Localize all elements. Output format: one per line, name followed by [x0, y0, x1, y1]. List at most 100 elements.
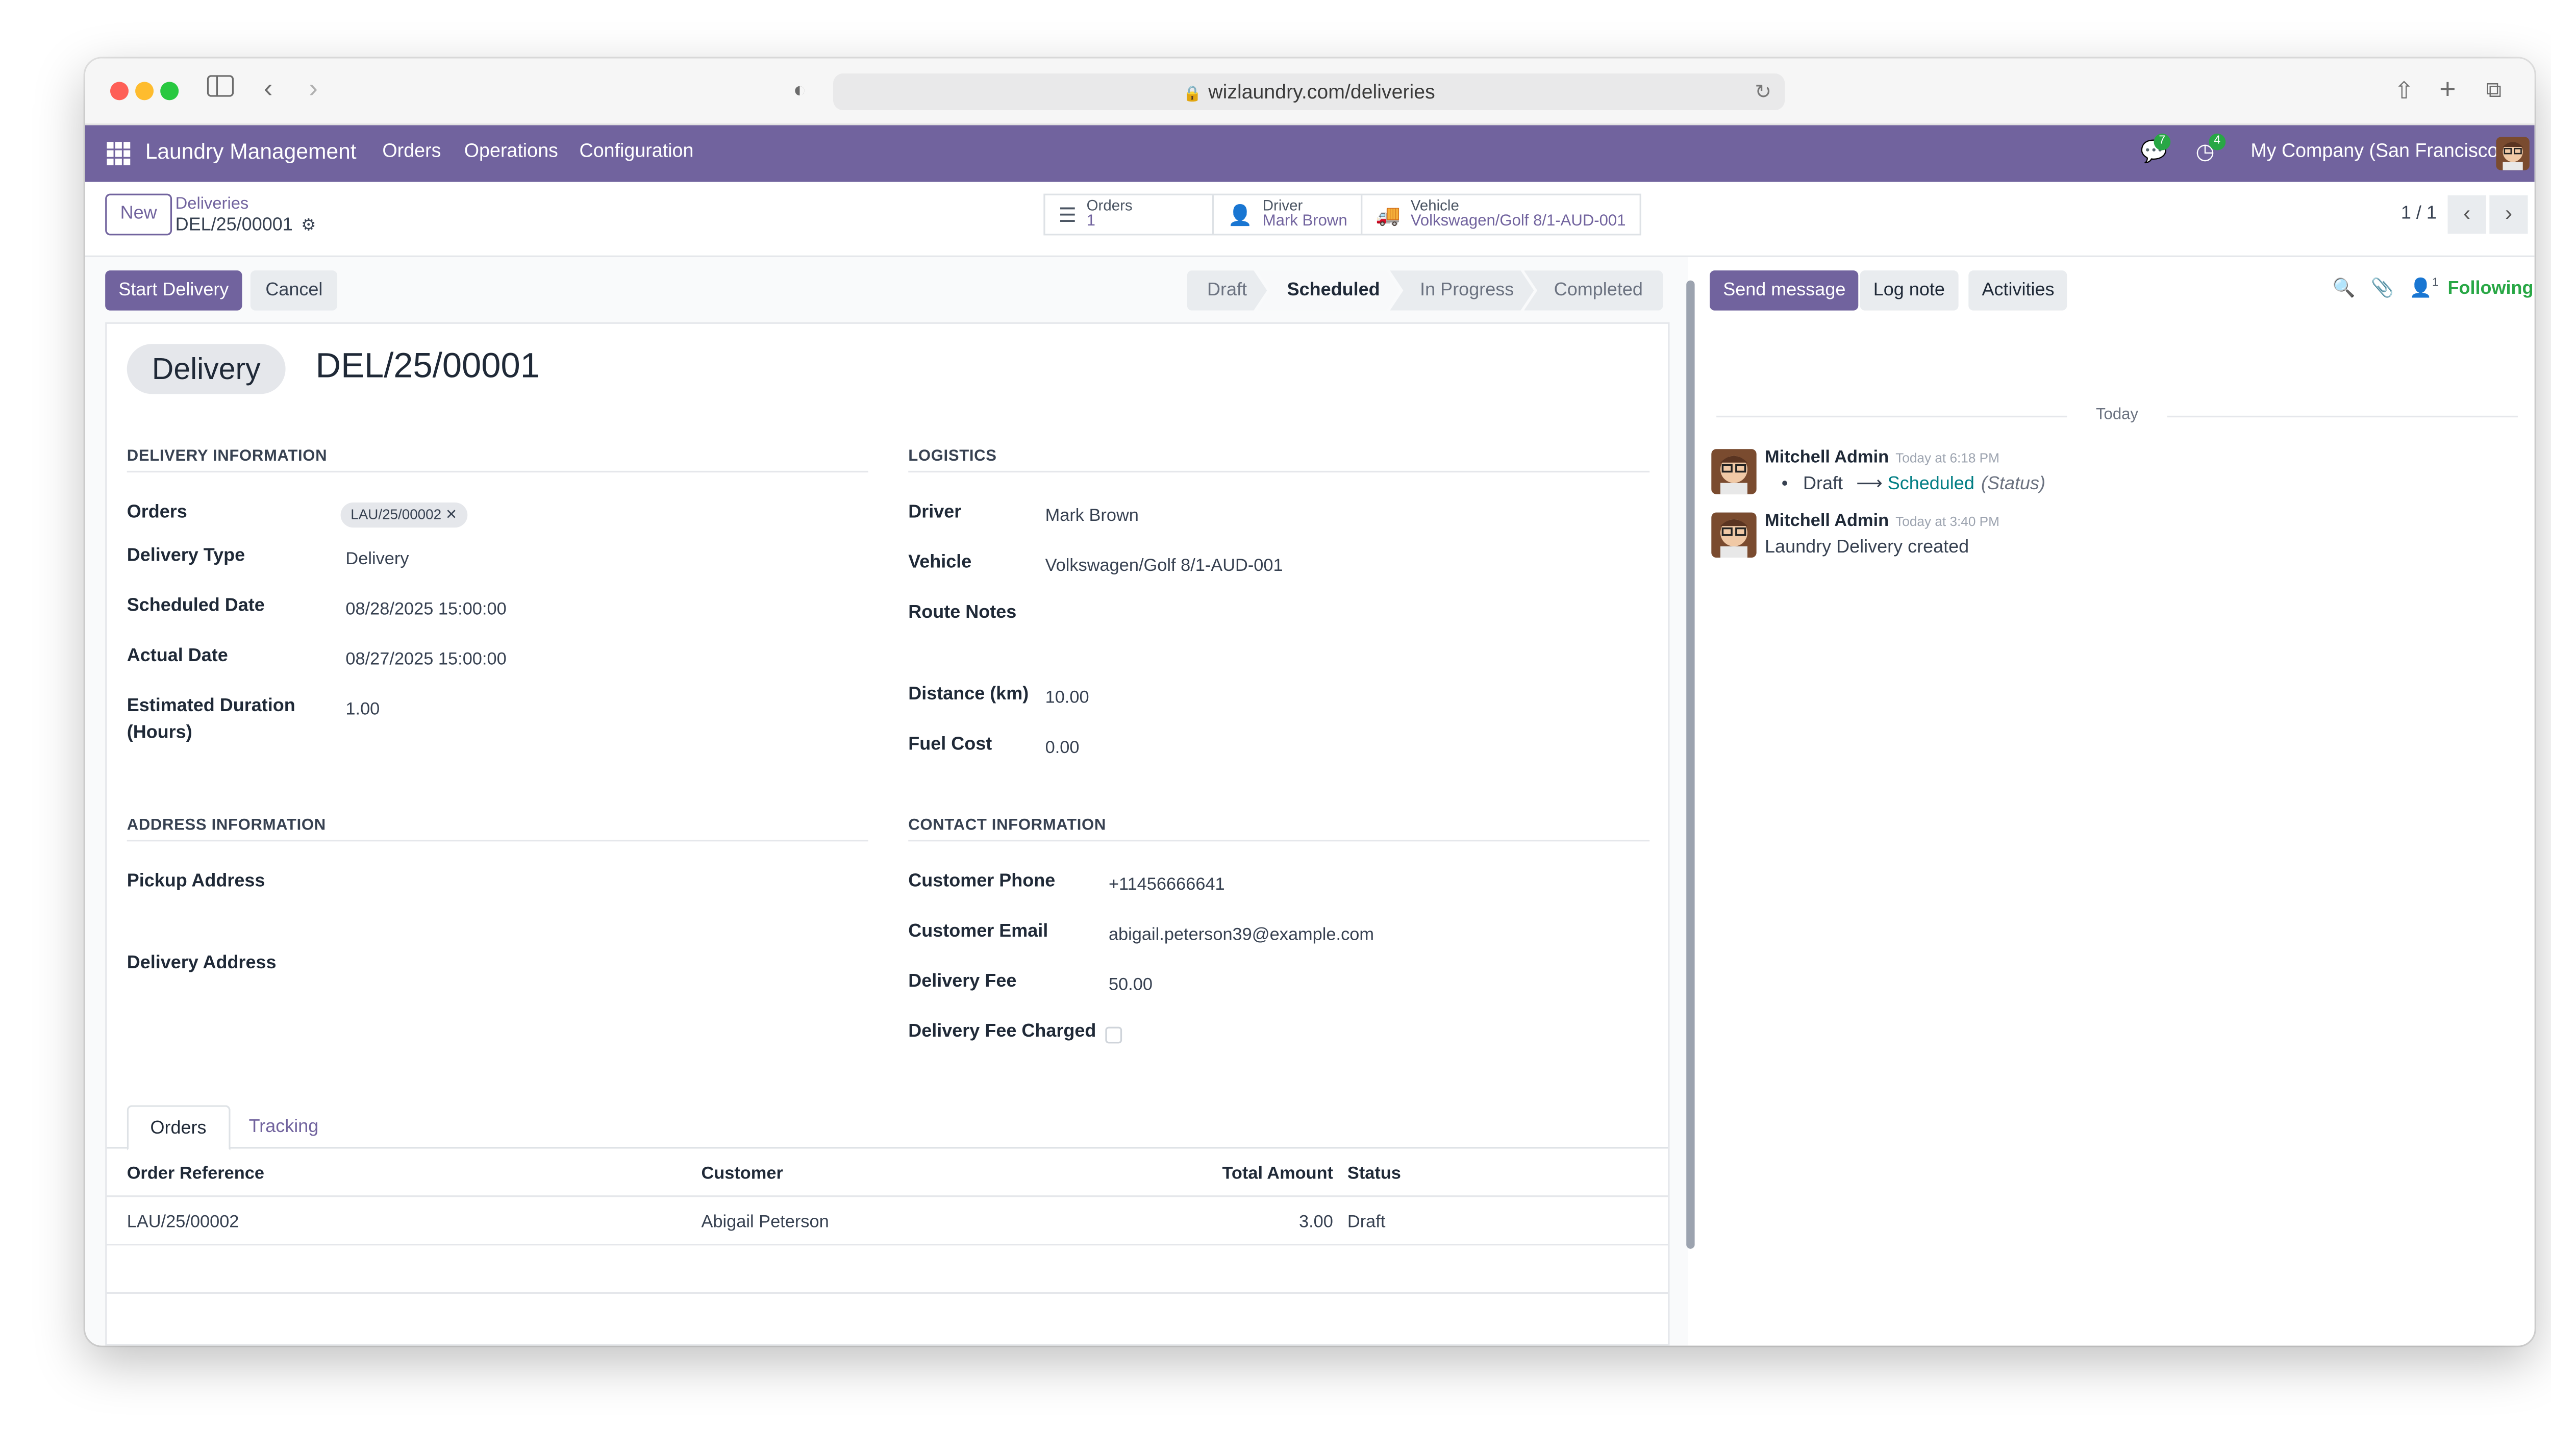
message-time: Today at 6:18 PM: [1895, 450, 1999, 466]
estimated-duration-field[interactable]: 1.00: [345, 698, 380, 721]
orders-label: Orders: [127, 503, 187, 523]
share-icon[interactable]: ⇧: [2394, 73, 2414, 107]
column-customer[interactable]: Customer: [701, 1162, 783, 1186]
message-author[interactable]: Mitchell Admin Today at 6:18 PM: [1765, 447, 1999, 467]
message-author-name: Mitchell Admin: [1765, 447, 1889, 468]
tab-orders[interactable]: Orders: [127, 1105, 230, 1150]
driver-field[interactable]: Mark Brown: [1045, 504, 1139, 528]
new-button[interactable]: New: [105, 193, 172, 236]
order-tag-label: LAU/25/00002: [351, 506, 442, 523]
scrollbar-thumb[interactable]: [1686, 280, 1695, 1249]
browser-window: ‹ › ◐ 🔒 wizlaundry.com/deliveries ↻ ⇧ + ⧉…: [85, 58, 2535, 1346]
following-button[interactable]: Following: [2447, 279, 2533, 299]
actual-date-field[interactable]: 08/27/2025 15:00:00: [345, 648, 506, 671]
message-tracking-body: • Draft ⟶ Scheduled (Status): [1781, 474, 2046, 494]
activities-button[interactable]: Activities: [1968, 270, 2068, 311]
smart-button-vehicle-value: Volkswagen/Golf 8/1-AUD-001: [1410, 212, 1626, 231]
section-contact-information: CONTACT INFORMATION: [908, 816, 1650, 842]
smart-button-vehicle[interactable]: 🚚 Vehicle Volkswagen/Golf 8/1-AUD-001: [1362, 195, 1639, 234]
send-message-button[interactable]: Send message: [1710, 270, 1859, 311]
menu-orders[interactable]: Orders: [382, 142, 441, 162]
smart-button-driver[interactable]: 👤 Driver Mark Brown: [1214, 195, 1363, 234]
column-order-reference[interactable]: Order Reference: [127, 1162, 264, 1186]
breadcrumb-parent[interactable]: Deliveries: [176, 195, 249, 214]
customer-phone-field[interactable]: +11456666641: [1109, 873, 1225, 897]
message-avatar[interactable]: [1711, 449, 1757, 494]
lock-icon: 🔒: [1183, 85, 1202, 102]
stage-draft[interactable]: Draft: [1187, 270, 1267, 311]
activities-badge: 4: [2209, 133, 2225, 150]
customer-email-field[interactable]: abigail.peterson39@example.com: [1109, 923, 1374, 947]
messages-badge: 7: [2154, 133, 2170, 150]
menu-operations[interactable]: Operations: [464, 142, 558, 162]
column-status[interactable]: Status: [1347, 1162, 1401, 1186]
user-icon: 👤: [1228, 203, 1253, 227]
stage-scheduled[interactable]: Scheduled: [1257, 270, 1400, 311]
new-tab-icon[interactable]: +: [2439, 73, 2456, 107]
activities-icon[interactable]: ◷ 4: [2195, 133, 2225, 165]
company-switcher[interactable]: My Company (San Francisco): [2250, 142, 2505, 162]
remove-tag-icon[interactable]: ✕: [445, 506, 457, 523]
app-name[interactable]: Laundry Management: [145, 139, 357, 164]
pager-previous-button[interactable]: ‹: [2447, 195, 2486, 234]
table-row-divider: [107, 1244, 1668, 1246]
user-avatar[interactable]: [2496, 137, 2530, 170]
vehicle-field[interactable]: Volkswagen/Golf 8/1-AUD-001: [1045, 554, 1283, 578]
pickup-address-label: Pickup Address: [127, 871, 265, 892]
pager-next-button[interactable]: ›: [2489, 195, 2528, 234]
followers-icon[interactable]: 👤1: [2409, 277, 2439, 298]
address-bar[interactable]: 🔒 wizlaundry.com/deliveries ↻: [833, 73, 1785, 110]
delivery-type-field[interactable]: Delivery: [345, 547, 409, 571]
breadcrumb-current-label: DEL/25/00001: [175, 215, 293, 236]
cell-order-reference: LAU/25/00002: [127, 1212, 239, 1233]
route-notes-field[interactable]: [1045, 605, 1646, 655]
scheduled-date-field[interactable]: 08/28/2025 15:00:00: [345, 598, 506, 621]
app-menu-icon[interactable]: [107, 142, 131, 165]
cancel-button[interactable]: Cancel: [250, 270, 338, 311]
delivery-fee-charged-checkbox[interactable]: [1105, 1026, 1122, 1044]
form-scrollbar[interactable]: [1685, 267, 1696, 1344]
order-tag[interactable]: LAU/25/00002 ✕: [340, 503, 467, 528]
menu-configuration[interactable]: Configuration: [580, 142, 694, 162]
pickup-address-field[interactable]: [345, 873, 846, 940]
smart-button-orders[interactable]: ☰ Orders 1: [1045, 195, 1215, 234]
section-address-information: ADDRESS INFORMATION: [127, 816, 868, 842]
section-delivery-information: DELIVERY INFORMATION: [127, 447, 868, 473]
distance-field[interactable]: 10.00: [1045, 686, 1089, 710]
message-author-name: Mitchell Admin: [1765, 511, 1889, 531]
distance-label: Distance (km): [908, 684, 1029, 705]
delivery-address-field[interactable]: [345, 955, 846, 1022]
tab-overview-icon[interactable]: ⧉: [2486, 73, 2502, 107]
estimated-duration-label-line1: Estimated Duration: [127, 696, 295, 716]
back-icon[interactable]: ‹: [264, 73, 272, 107]
form-sheet: Delivery DEL/25/00001 DELIVERY INFORMATI…: [105, 322, 1670, 1346]
cell-total-amount: 3.00: [1299, 1212, 1333, 1233]
delivery-address-label: Delivery Address: [127, 953, 277, 973]
maximize-window-button[interactable]: [160, 82, 179, 101]
record-type-tag: Delivery: [127, 344, 286, 394]
forward-icon[interactable]: ›: [309, 73, 317, 107]
status-bar: Draft Scheduled In Progress Completed: [1187, 270, 1663, 311]
pager-value[interactable]: 1 / 1: [2401, 204, 2437, 223]
minimize-window-button[interactable]: [135, 82, 154, 101]
column-total-amount[interactable]: Total Amount: [1222, 1162, 1333, 1186]
start-delivery-button[interactable]: Start Delivery: [105, 270, 242, 311]
shield-icon[interactable]: ◐: [793, 73, 806, 107]
log-note-button[interactable]: Log note: [1860, 270, 1959, 311]
stage-completed[interactable]: Completed: [1523, 270, 1663, 311]
messages-icon[interactable]: 💬 7: [2140, 133, 2170, 165]
message-avatar[interactable]: [1711, 512, 1757, 558]
message-author[interactable]: Mitchell Admin Today at 3:40 PM: [1765, 511, 1999, 531]
smart-button-vehicle-title: Vehicle: [1410, 197, 1459, 214]
notebook-tabs: Orders Tracking: [107, 1105, 1668, 1150]
gear-icon[interactable]: ⚙: [301, 217, 316, 235]
fuel-cost-field[interactable]: 0.00: [1045, 736, 1080, 760]
search-icon[interactable]: 🔍: [2333, 277, 2356, 299]
sidebar-toggle-icon[interactable]: [207, 73, 234, 107]
tab-tracking[interactable]: Tracking: [227, 1105, 340, 1150]
reload-icon[interactable]: ↻: [1755, 73, 1771, 110]
close-window-button[interactable]: [110, 82, 129, 101]
delivery-fee-field[interactable]: 50.00: [1109, 973, 1153, 997]
stage-in-progress[interactable]: In Progress: [1390, 270, 1534, 311]
paperclip-icon[interactable]: 📎: [2371, 277, 2394, 299]
